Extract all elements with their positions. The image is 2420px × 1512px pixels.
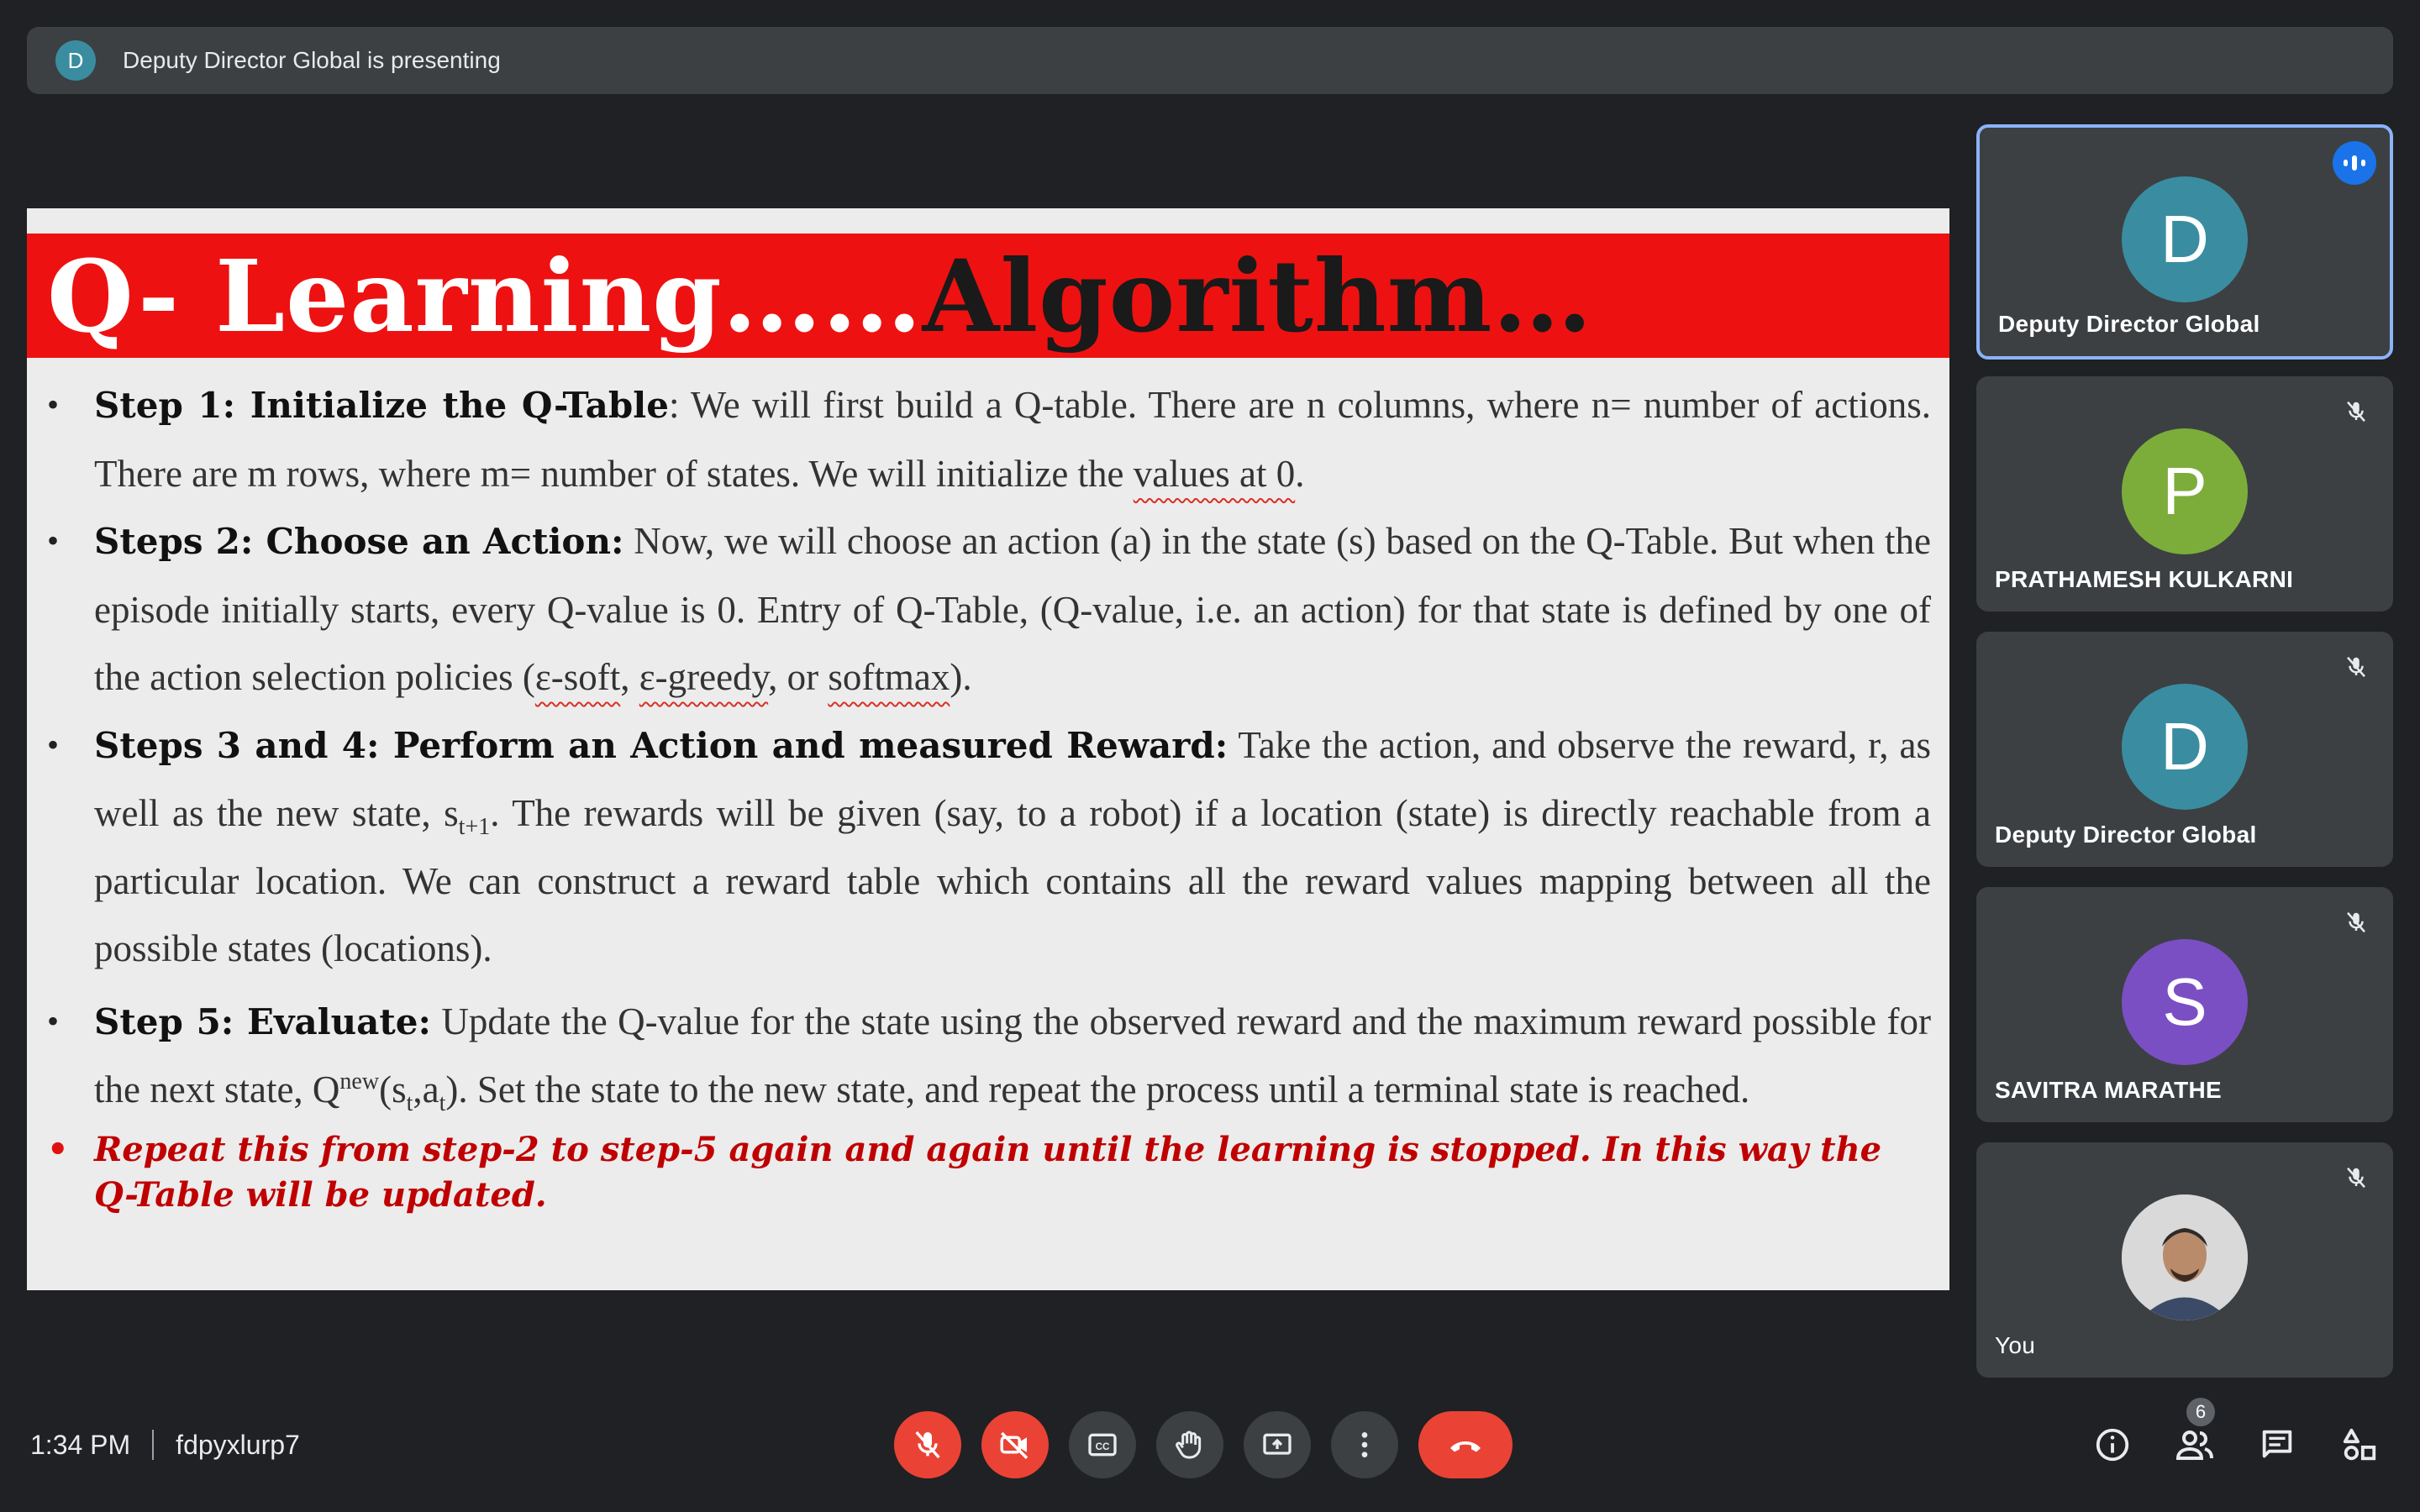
slide-body: Step 1: Initialize the Q-Table: We will … [42,371,1931,1218]
step2-paren: ( [522,656,535,698]
user-photo-avatar [2122,1194,2248,1320]
step5-text2: (s [379,1068,407,1110]
chat-button[interactable] [2250,1418,2304,1472]
participant-tile-you[interactable]: You [1976,1142,2393,1378]
avatar: D [2122,176,2248,302]
raise-hand-button[interactable] [1156,1411,1223,1478]
participant-name: Deputy Director Global [1998,311,2260,337]
people-button[interactable]: 6 [2168,1398,2222,1472]
participant-tile-savitra[interactable]: S SAVITRA MARATHE [1976,887,2393,1122]
mic-muted-icon [2339,650,2373,684]
meeting-code: fdpyxlurp7 [176,1429,300,1460]
shared-slide: Q- Learning……Algorithm… Step 1: Initiali… [27,208,1949,1290]
avatar: D [2122,684,2248,810]
repeat-note: Repeat this from step-2 to step-5 again … [42,1127,1931,1218]
policy-softmax: softmax [828,656,950,698]
people-icon [2175,1431,2213,1460]
svg-text:CC: CC [1096,1441,1110,1452]
slide-title-part2: Algorithm… [922,237,1593,354]
people-count-badge: 6 [2186,1398,2215,1426]
participant-tile-deputy-director-speaking[interactable]: D Deputy Director Global [1976,124,2393,360]
step1-underlined: values at 0 [1133,452,1296,495]
participant-name: You [1995,1332,2036,1358]
leave-call-button[interactable] [1418,1411,1512,1478]
participant-name: PRATHAMESH KULKARNI [1995,566,2294,592]
step34-bullet: Steps 3 and 4: Perform an Action and mea… [42,711,1931,983]
avatar: S [2122,939,2248,1065]
activities-icon [2343,1428,2376,1461]
step5-sup: new [339,1068,380,1095]
meeting-info: 1:34 PM fdpyxlurp7 [30,1425,300,1465]
step2-sep2: , or [768,656,829,698]
participant-name: Deputy Director Global [1995,822,2257,848]
step2-sep1: , [620,656,639,698]
mic-off-icon [915,1431,940,1459]
step1-end: . [1295,452,1305,495]
step2-label: Steps 2: Choose an Action: [94,521,624,562]
more-options-icon [1361,1432,1368,1457]
participant-name: SAVITRA MARATHE [1995,1077,2222,1103]
avatar: P [2122,428,2248,554]
participant-tile-deputy-director[interactable]: D Deputy Director Global [1976,632,2393,867]
mic-toggle-button[interactable] [894,1411,961,1478]
end-call-icon [1450,1441,1481,1452]
step34-label: Steps 3 and 4: Perform an Action and mea… [94,724,1228,766]
step2-bullet: Steps 2: Choose an Action: Now, we will … [42,507,1931,711]
mic-muted-icon [2339,395,2373,428]
speaking-indicator-icon [2333,141,2376,185]
step1-bullet: Step 1: Initialize the Q-Table: We will … [42,371,1931,507]
step5-text4: ). Set the state to the new state, and r… [445,1068,1750,1110]
mic-muted-icon [2339,1161,2373,1194]
clock-time: 1:34 PM [30,1429,131,1460]
divider [152,1430,155,1460]
camera-off-icon [1000,1431,1028,1459]
mic-muted-icon [2339,906,2373,939]
step1-label: Step 1: Initialize the Q-Table [94,385,669,426]
meeting-tools: 6 [2057,1398,2386,1472]
step2-end: ). [950,656,972,698]
policy-epsilon-soft: ε-soft [534,656,621,698]
info-icon [2096,1428,2129,1462]
present-screen-icon [1263,1433,1292,1455]
presenting-label: Deputy Director Global is presenting [123,47,501,73]
raise-hand-icon [1176,1431,1202,1459]
slide-title-part1: Q- Learning…… [47,237,923,354]
step34-sub: t+1 [458,814,491,840]
step5-bullet: Step 5: Evaluate: Update the Q-value for… [42,988,1931,1124]
captions-button[interactable]: CC [1069,1411,1136,1478]
activities-button[interactable] [2333,1418,2386,1472]
more-options-button[interactable] [1331,1411,1398,1478]
step5-text3: ,a [413,1068,439,1110]
step5-label: Step 5: Evaluate: [94,1000,432,1042]
meeting-details-button[interactable] [2086,1418,2139,1472]
camera-toggle-button[interactable] [981,1411,1049,1478]
presenter-avatar: D [55,40,96,81]
participant-tile-prathamesh[interactable]: P PRATHAMESH KULKARNI [1976,376,2393,612]
chat-icon [2262,1430,2292,1458]
present-screen-button[interactable] [1244,1411,1311,1478]
call-controls: CC [894,1411,1533,1478]
captions-icon: CC [1088,1433,1117,1457]
presenting-banner: D Deputy Director Global is presenting [27,27,2393,94]
slide-title: Q- Learning…… Algorithm… [27,234,1949,358]
policy-epsilon-greedy: ε-greedy [639,656,769,698]
